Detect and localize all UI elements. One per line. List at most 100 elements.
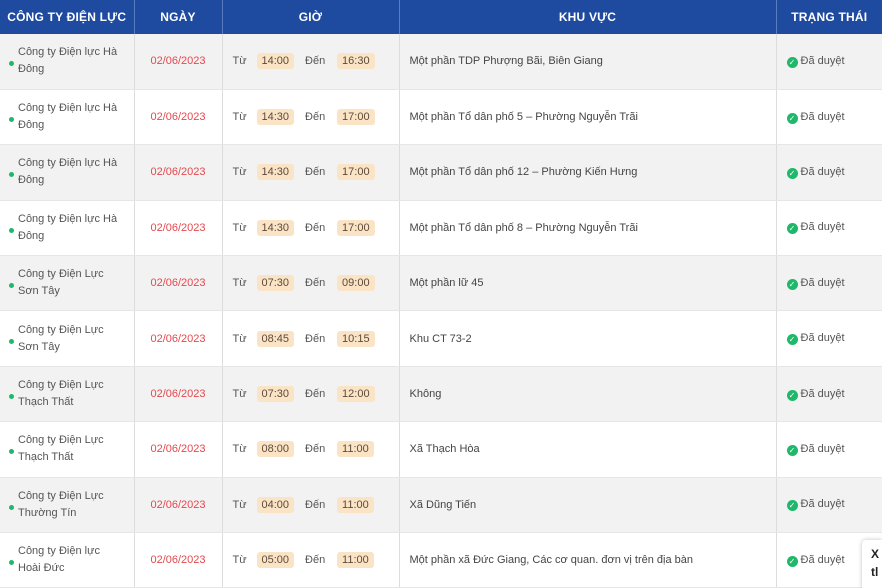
table-row[interactable]: Công ty Điện Lực Sơn Tây 02/06/2023 Từ 08…	[0, 310, 882, 367]
end-time-chip: 10:15	[337, 330, 375, 347]
time-cell: Từ 04:00 Đến 11:00	[222, 477, 400, 534]
date-cell: 02/06/2023	[134, 34, 223, 90]
table-row[interactable]: Công ty Điện lực Hà Đông 02/06/2023 Từ 14…	[0, 200, 882, 257]
header-status[interactable]: TRẠNG THÁI	[776, 0, 882, 34]
side-tab-line2: tl	[871, 565, 879, 579]
area-cell: Một phần Tổ dân phố 8 – Phường Nguyễn Tr…	[399, 200, 777, 257]
status-cell: ✓ Đã duyệt	[776, 200, 882, 257]
company-cell: Công ty Điện Lực Thạch Thất	[0, 366, 135, 423]
area-cell: Một phần lữ 45	[399, 255, 777, 312]
green-dot-icon	[9, 394, 14, 400]
from-label: Từ	[232, 443, 247, 456]
company-name: Công ty Điện lực Hà Đông	[18, 46, 118, 76]
company-cell: Công ty Điện lực Hà Đông	[0, 89, 135, 146]
side-floating-tab[interactable]: X tl	[862, 540, 882, 588]
company-cell: Công ty Điện lực Hà Đông	[0, 200, 135, 257]
company-cell: Công ty Điện lực Hoài Đức	[0, 532, 135, 588]
company-name: Công ty Điện lực Hoài Đức	[18, 545, 100, 575]
time-cell: Từ 07:30 Đến 12:00	[222, 366, 400, 423]
company-cell: Công ty Điện lực Hà Đông	[0, 144, 135, 201]
end-time-chip: 17:00	[337, 219, 375, 236]
start-time-chip: 07:30	[256, 275, 295, 292]
check-circle-icon: ✓	[786, 223, 798, 235]
date-cell: 02/06/2023	[134, 144, 223, 201]
header-company[interactable]: CÔNG TY ĐIỆN LỰC	[0, 0, 135, 34]
end-time-chip: 09:00	[337, 275, 375, 292]
table-row[interactable]: Công ty Điện lực Hà Đông 02/06/2023 Từ 14…	[0, 144, 882, 201]
green-dot-icon	[9, 172, 14, 178]
time-cell: Từ 07:30 Đến 09:00	[222, 255, 400, 312]
table-row[interactable]: Công ty Điện Lực Thường Tín 02/06/2023 T…	[0, 477, 882, 534]
status-cell: ✓ Đã duyệt	[776, 366, 882, 423]
check-circle-icon: ✓	[786, 444, 798, 456]
green-dot-icon	[9, 449, 14, 455]
green-dot-icon	[9, 227, 14, 233]
green-dot-icon	[9, 338, 14, 344]
header-area[interactable]: KHU VỰC	[399, 0, 777, 34]
table-row[interactable]: Công ty Điện lực Hoài Đức 02/06/2023 Từ 0…	[0, 532, 882, 588]
green-dot-icon	[9, 283, 14, 289]
status-text: Đã duyệt	[800, 221, 845, 234]
start-time-chip: 08:00	[256, 441, 295, 458]
status-cell: ✓ Đã duyệt	[776, 310, 882, 367]
start-time-chip: 08:45	[256, 330, 295, 347]
to-label: Đến	[305, 55, 326, 68]
area-cell: Một phần TDP Phượng Bãi, Biên Giang	[399, 34, 777, 90]
end-time-chip: 12:00	[337, 386, 375, 403]
check-circle-icon: ✓	[786, 167, 798, 179]
table-row[interactable]: Công ty Điện lực Hà Đông 02/06/2023 Từ 14…	[0, 34, 882, 90]
table-row[interactable]: Công ty Điện Lực Thạch Thất 02/06/2023 T…	[0, 366, 882, 423]
end-time-chip: 11:00	[337, 552, 374, 569]
table-row[interactable]: Công ty Điện Lực Thạch Thất 02/06/2023 T…	[0, 421, 882, 478]
to-label: Đến	[305, 332, 326, 345]
end-time-chip: 16:30	[337, 53, 375, 70]
company-cell: Công ty Điện Lực Sơn Tây	[0, 310, 135, 367]
status-text: Đã duyệt	[800, 276, 845, 289]
green-dot-icon	[9, 504, 14, 510]
status-cell: ✓ Đã duyệt	[776, 89, 882, 146]
to-label: Đến	[305, 221, 326, 234]
header-time[interactable]: GIỜ	[222, 0, 400, 34]
end-time-chip: 11:00	[337, 496, 374, 513]
company-name: Công ty Điện Lực Sơn Tây	[18, 323, 104, 353]
to-label: Đến	[305, 166, 326, 179]
start-time-chip: 14:30	[256, 109, 295, 126]
status-cell: ✓ Đã duyệt	[776, 421, 882, 478]
check-circle-icon: ✓	[786, 389, 798, 401]
outage-schedule-table: CÔNG TY ĐIỆN LỰC NGÀY GIỜ KHU VỰC TRẠNG …	[0, 0, 882, 588]
time-cell: Từ 08:00 Đến 11:00	[222, 421, 400, 478]
status-cell: ✓ Đã duyệt	[776, 255, 882, 312]
time-cell: Từ 14:30 Đến 17:00	[222, 200, 400, 257]
date-cell: 02/06/2023	[134, 532, 223, 588]
table-row[interactable]: Công ty Điện lực Hà Đông 02/06/2023 Từ 14…	[0, 89, 882, 146]
date-cell: 02/06/2023	[134, 421, 223, 478]
company-name: Công ty Điện Lực Thạch Thất	[18, 434, 104, 464]
start-time-chip: 07:30	[256, 386, 295, 403]
check-circle-icon: ✓	[786, 56, 798, 68]
company-name: Công ty Điện Lực Sơn Tây	[18, 268, 104, 298]
side-tab-line1: X	[871, 547, 880, 561]
status-text: Đã duyệt	[800, 498, 845, 511]
status-cell: ✓ Đã duyệt	[776, 144, 882, 201]
to-label: Đến	[305, 277, 326, 290]
status-cell: ✓ Đã duyệt	[776, 34, 882, 90]
from-label: Từ	[232, 221, 247, 234]
to-label: Đến	[305, 443, 326, 456]
green-dot-icon	[9, 117, 14, 123]
company-cell: Công ty Điện Lực Thường Tín	[0, 477, 135, 534]
company-name: Công ty Điện Lực Thường Tín	[18, 489, 104, 519]
start-time-chip: 04:00	[256, 496, 295, 513]
to-label: Đến	[305, 388, 326, 401]
from-label: Từ	[232, 277, 247, 290]
header-date[interactable]: NGÀY	[134, 0, 223, 34]
area-cell: Một phần Tổ dân phố 5 – Phường Nguyễn Tr…	[399, 89, 777, 146]
time-cell: Từ 05:00 Đến 11:00	[222, 532, 400, 588]
start-time-chip: 14:30	[256, 219, 295, 236]
table-row[interactable]: Công ty Điện Lực Sơn Tây 02/06/2023 Từ 07…	[0, 255, 882, 312]
end-time-chip: 11:00	[337, 441, 374, 458]
to-label: Đến	[305, 554, 326, 567]
company-name: Công ty Điện lực Hà Đông	[18, 102, 118, 132]
check-circle-icon: ✓	[786, 278, 798, 290]
from-label: Từ	[232, 111, 247, 124]
from-label: Từ	[232, 388, 247, 401]
